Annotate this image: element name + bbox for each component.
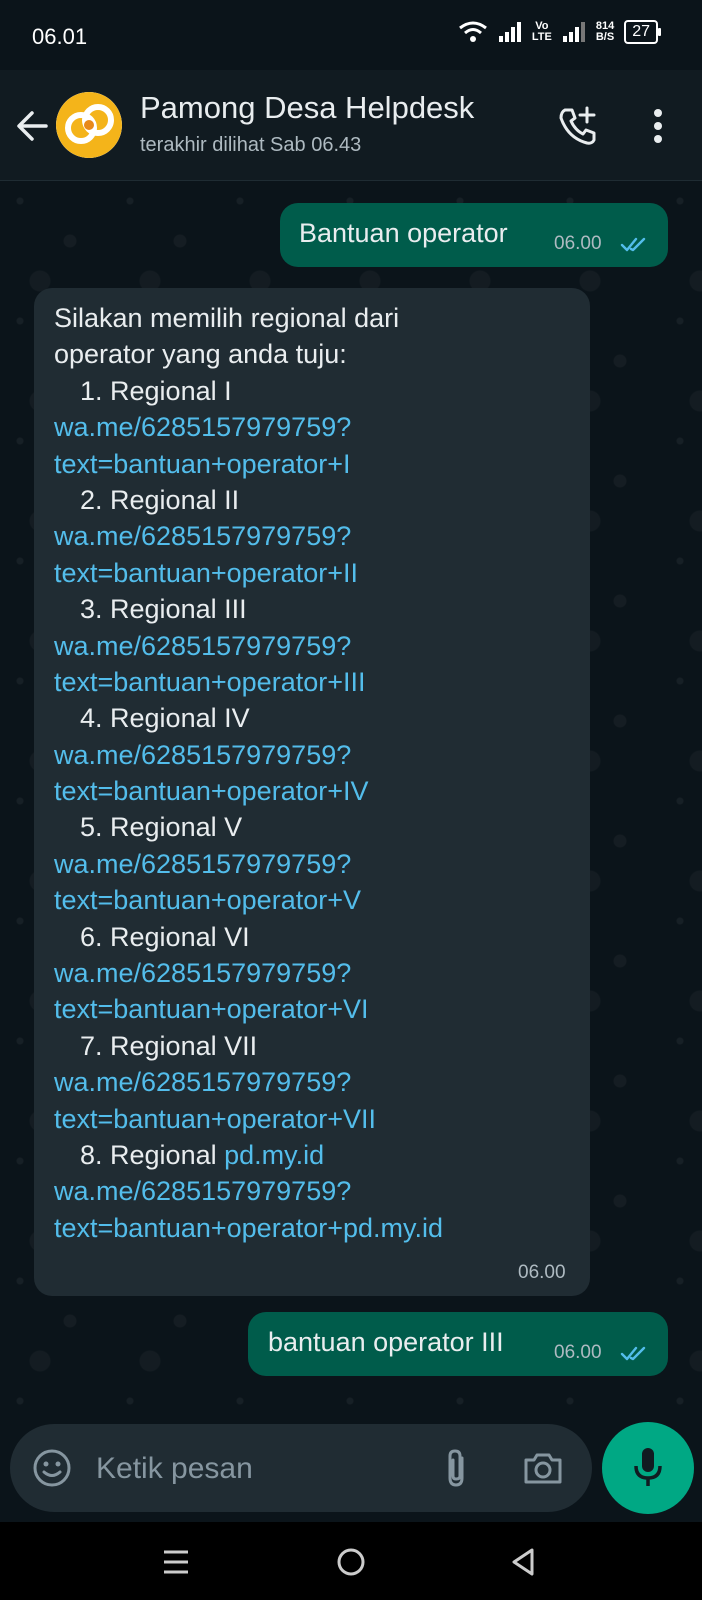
link[interactable]: wa.me/6285157979759? xyxy=(54,1173,443,1209)
message-input[interactable] xyxy=(94,1444,398,1494)
signal-icon xyxy=(498,22,521,42)
status-bar: 06.01 Vo LTE 814 B/S 27 xyxy=(0,0,702,70)
menu-lines-icon xyxy=(164,1550,188,1574)
net-speed: 814 B/S xyxy=(596,21,614,43)
back-button[interactable] xyxy=(12,106,52,146)
triangle-back-icon xyxy=(512,1548,534,1576)
signal-icon-2 xyxy=(562,22,585,42)
voice-message-button[interactable] xyxy=(602,1422,694,1514)
link[interactable]: pd.my.id xyxy=(224,1140,324,1170)
arrow-left-icon xyxy=(17,111,48,141)
list-item-label: 3. Regional III xyxy=(80,594,247,625)
nav-back-button[interactable] xyxy=(504,1542,544,1582)
nav-home-button[interactable] xyxy=(331,1542,371,1582)
battery-indicator: 27 xyxy=(624,20,661,44)
net-speed-unit: B/S xyxy=(595,31,615,43)
status-time: 06.01 xyxy=(32,24,88,49)
link[interactable]: wa.me/6285157979759? xyxy=(54,1064,443,1100)
network-type: Vo LTE xyxy=(532,21,552,43)
link[interactable]: text=bantuan+operator+V xyxy=(54,882,443,918)
avatar-logo xyxy=(56,92,122,158)
read-ticks-icon xyxy=(620,237,646,252)
emoji-button[interactable] xyxy=(32,1448,72,1488)
link[interactable]: text=bantuan+operator+pd.my.id xyxy=(54,1210,443,1246)
link[interactable]: text=bantuan+operator+II xyxy=(54,555,443,591)
list-item-label: 1. Regional I xyxy=(80,375,232,406)
chat-header: Pamong Desa Helpdesk terakhir dilihat Sa… xyxy=(0,70,702,181)
outgoing-message[interactable]: bantuan operator III 06.00 xyxy=(248,1312,668,1376)
link[interactable]: text=bantuan+operator+IV xyxy=(54,773,443,809)
list-item-label: 8. Regional pd.my.id xyxy=(54,1137,443,1173)
message-line: operator yang anda tuju: xyxy=(54,339,347,370)
message-body: Silakan memilih regional dari operator y… xyxy=(54,300,443,1246)
camera-icon xyxy=(524,1453,562,1484)
message-line: Silakan memilih regional dari xyxy=(54,303,400,333)
smiley-icon xyxy=(33,1449,71,1487)
nav-menu-button[interactable] xyxy=(156,1542,196,1582)
status-icons: Vo LTE 814 B/S 27 xyxy=(458,20,661,44)
add-call-button[interactable] xyxy=(556,104,600,148)
list-item-label-text: 8. Regional xyxy=(80,1139,225,1170)
link[interactable]: text=bantuan+operator+VII xyxy=(54,1101,443,1137)
link[interactable]: wa.me/6285157979759? xyxy=(54,628,443,664)
link[interactable]: wa.me/6285157979759? xyxy=(54,409,443,445)
contact-name[interactable]: Pamong Desa Helpdesk xyxy=(140,90,474,126)
last-seen-status: terakhir dilihat Sab 06.43 xyxy=(140,134,362,156)
link[interactable]: text=bantuan+operator+I xyxy=(54,446,443,482)
camera-button[interactable] xyxy=(522,1448,564,1488)
microphone-icon xyxy=(634,1448,662,1486)
network-type-bottom: LTE xyxy=(531,31,552,43)
phone-add-icon xyxy=(559,106,596,145)
message-text: bantuan operator III xyxy=(268,1327,504,1357)
chat-area[interactable]: Bantuan operator 06.00 Silakan memilih r… xyxy=(0,181,702,1421)
message-time: 06.00 xyxy=(518,1262,566,1283)
incoming-message[interactable]: Silakan memilih regional dari operator y… xyxy=(34,288,590,1296)
link[interactable]: wa.me/6285157979759? xyxy=(54,737,443,773)
link[interactable]: text=bantuan+operator+VI xyxy=(54,991,443,1027)
list-item-label: 2. Regional II xyxy=(80,484,240,515)
paperclip-icon xyxy=(448,1449,464,1487)
message-text: Bantuan operator xyxy=(299,218,508,248)
home-circle-icon xyxy=(337,1548,365,1576)
message-time: 06.00 xyxy=(554,233,602,254)
list-item-label: 6. Regional VI xyxy=(80,921,250,952)
message-time: 06.00 xyxy=(554,1342,602,1363)
system-nav-bar xyxy=(0,1522,702,1600)
read-ticks-icon xyxy=(620,1346,646,1361)
contact-avatar[interactable] xyxy=(56,92,122,158)
link[interactable]: text=bantuan+operator+III xyxy=(54,664,443,700)
list-item-label: 7. Regional VII xyxy=(80,1030,258,1061)
list-item-label: 4. Regional IV xyxy=(80,703,250,734)
outgoing-message[interactable]: Bantuan operator 06.00 xyxy=(280,203,668,267)
wifi-icon xyxy=(458,21,487,42)
link[interactable]: wa.me/6285157979759? xyxy=(54,518,443,554)
attach-button[interactable] xyxy=(440,1446,472,1490)
link[interactable]: wa.me/6285157979759? xyxy=(54,955,443,991)
list-item-label: 5. Regional V xyxy=(80,812,243,843)
message-composer xyxy=(10,1424,592,1512)
more-options-button[interactable] xyxy=(646,104,670,148)
link[interactable]: wa.me/6285157979759? xyxy=(54,846,443,882)
more-vertical-icon xyxy=(654,109,662,143)
